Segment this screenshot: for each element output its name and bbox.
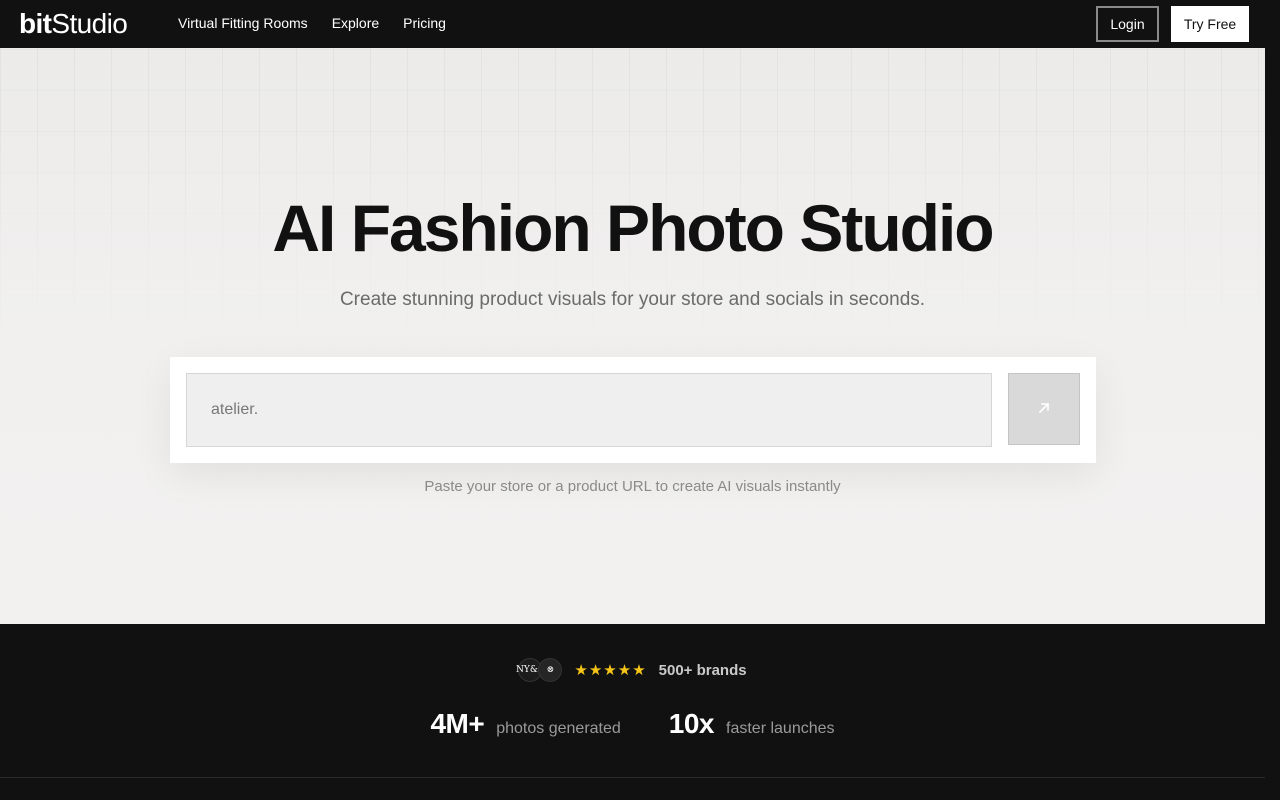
metric-label: photos generated [496,720,621,737]
brands-rating-row: NY&C ⊗ ★ ★ ★ ★ ★ 500+ brands [0,656,1265,684]
hero-subtitle: Create stunning product visuals for your… [339,289,926,310]
section-divider [0,777,1265,778]
star-icon: ★ [632,661,646,679]
nav-link-explore[interactable]: Explore [332,15,379,31]
metric-photos: 4M+ photos generated [430,708,620,740]
star-icon: ★ [574,661,588,679]
rating-stars: ★ ★ ★ ★ ★ [574,663,646,678]
brands-count-label: 500+ brands [658,661,747,679]
arrow-up-right-icon [1036,400,1052,419]
scrollbar-track[interactable] [1265,48,1280,800]
main-nav: Virtual Fitting Rooms Explore Pricing [178,0,470,46]
star-icon: ★ [588,661,603,679]
metric-value: 10x [668,708,715,739]
star-icon: ★ [617,661,632,679]
metric-launches: 10x faster launches [669,708,835,740]
nav-link-pricing[interactable]: Pricing [403,15,446,31]
logo-bold-text: bit [19,8,52,39]
brand-logo-emblem: ⊗ [538,658,563,682]
social-proof-section: NY&C ⊗ ★ ★ ★ ★ ★ 500+ brands 4M+ photos … [0,624,1265,778]
url-search-card [170,357,1096,463]
login-button[interactable]: Login [1096,6,1159,42]
page-title: AI Fashion Photo Studio [272,191,994,265]
metrics-row: 4M+ photos generated 10x faster launches [0,708,1265,740]
store-url-input[interactable] [186,373,992,447]
hero-section: AI Fashion Photo Studio Create stunning … [0,48,1265,624]
star-icon: ★ [603,661,617,679]
submit-url-button[interactable] [1008,373,1080,445]
try-free-button[interactable]: Try Free [1171,6,1249,42]
logo-light-text: Studio [51,8,128,39]
top-navigation-bar: bitStudio Virtual Fitting Rooms Explore … [0,0,1280,48]
nav-link-virtual-fitting-rooms[interactable]: Virtual Fitting Rooms [178,15,308,31]
metric-value: 4M+ [430,708,485,739]
brand-logo-group: NY&C ⊗ [516,658,563,682]
input-hint-text: Paste your store or a product URL to cre… [424,478,841,495]
bitstudio-logo[interactable]: bitStudio [19,7,128,41]
metric-label: faster launches [726,720,835,737]
